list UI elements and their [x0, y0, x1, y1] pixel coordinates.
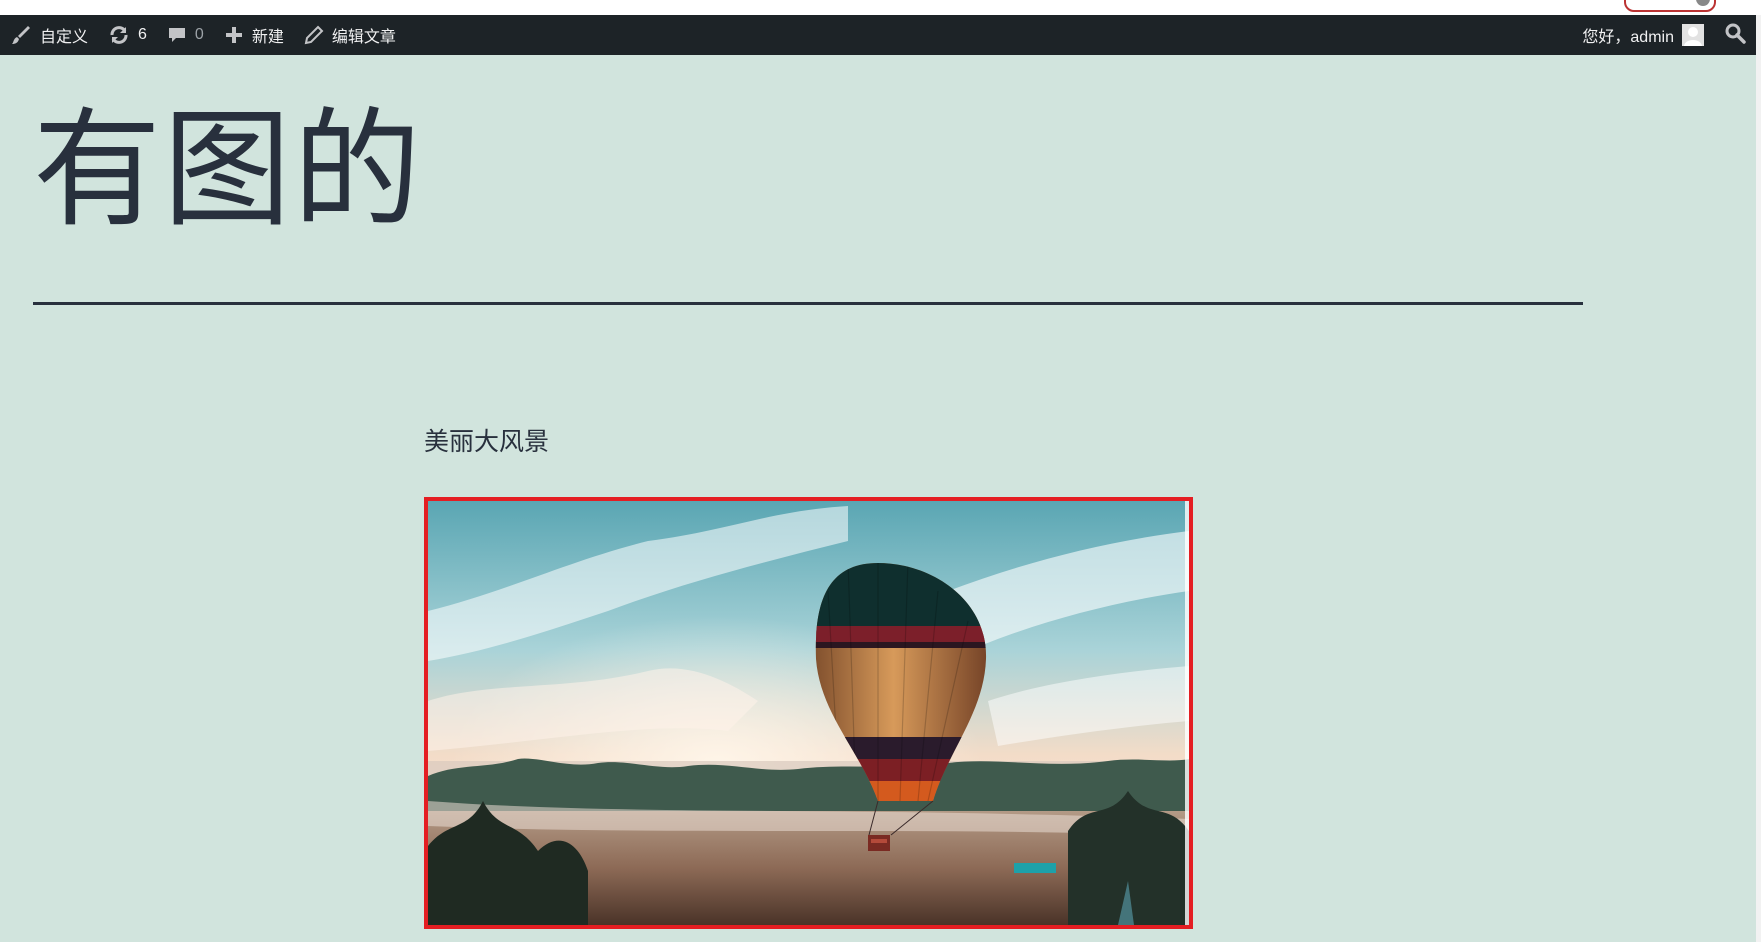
- hot-air-balloon-photo: [428, 501, 1189, 925]
- post-paragraph: 美丽大风景: [424, 428, 550, 456]
- page-title: 有图的: [33, 96, 424, 245]
- comment-icon: [167, 25, 187, 45]
- browser-chrome-strip: [0, 0, 1761, 16]
- edit-post-button[interactable]: 编辑文章: [294, 15, 406, 55]
- search-button[interactable]: [1714, 15, 1756, 55]
- new-label: 新建: [251, 29, 284, 46]
- account-greeting: 您好，admin: [1582, 29, 1674, 46]
- updates-count: 6: [138, 26, 147, 43]
- comments-count: 0: [194, 26, 204, 43]
- updates-icon: [108, 24, 130, 46]
- search-icon: [1724, 22, 1746, 49]
- edit-post-label: 编辑文章: [331, 29, 396, 46]
- updates-button[interactable]: 6: [98, 15, 157, 55]
- title-separator: [33, 302, 1583, 305]
- customize-button[interactable]: 自定义: [0, 15, 98, 55]
- new-content-button[interactable]: 新建: [214, 15, 294, 55]
- post-image[interactable]: [424, 497, 1193, 929]
- admin-bar: 自定义 6 0 新建 编辑文章 您好，admin: [0, 15, 1756, 55]
- pencil-icon: [304, 25, 324, 45]
- my-account-menu[interactable]: 您好，admin: [1572, 15, 1714, 55]
- plus-icon: [224, 25, 244, 45]
- brush-icon: [10, 24, 32, 46]
- scrollbar[interactable]: [1756, 15, 1761, 942]
- customize-label: 自定义: [40, 29, 89, 46]
- avatar: [1682, 24, 1704, 46]
- browser-toggle[interactable]: [1624, 0, 1716, 12]
- comments-button[interactable]: 0: [157, 15, 214, 55]
